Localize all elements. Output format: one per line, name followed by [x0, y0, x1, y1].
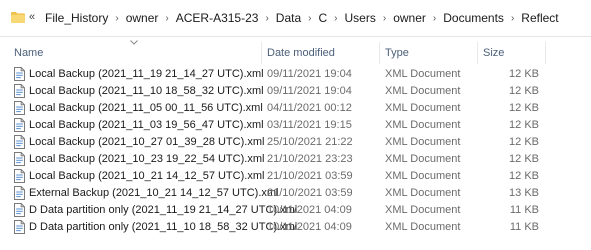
file-type: XML Document	[385, 119, 461, 131]
breadcrumb: File_History › owner › ACER-A315-23 › Data › C › U…	[39, 10, 565, 26]
file-size: 11 KB	[509, 221, 539, 233]
file-row[interactable]: Local Backup (2021_11_03 19_56_47 UTC).x…	[0, 117, 591, 134]
xml-file-icon	[14, 101, 25, 115]
file-date-modified: 21/10/2021 03:59	[267, 187, 353, 199]
xml-file-icon	[14, 220, 25, 234]
breadcrumb-item[interactable]: Users	[339, 11, 382, 25]
column-divider[interactable]	[477, 42, 478, 64]
file-date-modified: 03/11/2021 19:15	[267, 119, 352, 131]
file-type: XML Document	[385, 85, 461, 97]
xml-file-icon	[14, 203, 25, 217]
file-size: 12 KB	[509, 136, 539, 148]
xml-file-icon	[14, 67, 25, 81]
xml-file-icon	[14, 152, 25, 166]
column-divider[interactable]	[261, 42, 262, 64]
breadcrumb-item[interactable]: owner	[387, 11, 432, 25]
file-name: Local Backup (2021_10_27 01_39_28 UTC).x…	[29, 136, 265, 148]
breadcrumb-item[interactable]: Reflect	[515, 11, 564, 25]
breadcrumb-item[interactable]: File_History	[39, 11, 114, 25]
file-row[interactable]: D Data partition only (2021_11_19 21_14_…	[0, 202, 591, 219]
file-name: D Data partition only (2021_11_19 21_14_…	[29, 204, 298, 216]
column-header-bar: Name Date modified Type Size	[0, 36, 591, 66]
xml-file-icon	[14, 118, 25, 132]
breadcrumb-item[interactable]: owner	[120, 11, 165, 25]
file-date-modified: 21/10/2021 23:23	[267, 153, 353, 165]
file-row[interactable]: External Backup (2021_10_21 14_12_57 UTC…	[0, 185, 591, 202]
file-name: Local Backup (2021_11_03 19_56_47 UTC).x…	[29, 119, 264, 131]
breadcrumb-item[interactable]: Documents	[437, 11, 510, 25]
file-size: 12 KB	[509, 102, 539, 114]
file-size: 12 KB	[509, 85, 539, 97]
breadcrumb-item[interactable]: ACER-A315-23	[170, 11, 265, 25]
file-row[interactable]: Local Backup (2021_10_27 01_39_28 UTC).x…	[0, 134, 591, 151]
file-row[interactable]: Local Backup (2021_10_23 19_22_54 UTC).x…	[0, 151, 591, 168]
file-date-modified: 10/11/2021 04:09	[267, 221, 352, 233]
breadcrumb-item[interactable]: C	[313, 11, 334, 25]
xml-file-icon	[14, 135, 25, 149]
file-date-modified: 10/11/2021 04:09	[267, 204, 352, 216]
column-header-type[interactable]: Type	[385, 47, 409, 59]
file-date-modified: 04/11/2021 00:12	[267, 102, 352, 114]
xml-file-icon	[14, 84, 25, 98]
sort-chevron-icon[interactable]	[130, 40, 138, 45]
file-name: Local Backup (2021_11_10 18_58_32 UTC).x…	[29, 85, 264, 97]
file-date-modified: 21/10/2021 03:59	[267, 170, 353, 182]
file-type: XML Document	[385, 102, 461, 114]
file-row[interactable]: Local Backup (2021_10_21 14_12_57 UTC).x…	[0, 168, 591, 185]
file-name: D Data partition only (2021_11_10 18_58_…	[29, 221, 298, 233]
column-header-size[interactable]: Size	[483, 47, 504, 59]
file-row[interactable]: D Data partition only (2021_11_10 18_58_…	[0, 219, 591, 236]
file-size: 12 KB	[509, 153, 539, 165]
xml-file-icon	[14, 186, 25, 200]
file-type: XML Document	[385, 153, 461, 165]
file-size: 12 KB	[509, 68, 539, 80]
file-type: XML Document	[385, 136, 461, 148]
folder-icon	[11, 12, 25, 23]
file-name: Local Backup (2021_11_05 00_11_56 UTC).x…	[29, 102, 263, 114]
file-date-modified: 09/11/2021 19:04	[267, 68, 352, 80]
address-bar[interactable]: « File_History › owner › ACER-A315-23 › Data › C…	[0, 0, 591, 37]
file-row[interactable]: Local Backup (2021_11_19 21_14_27 UTC).x…	[0, 66, 591, 83]
column-divider[interactable]	[379, 42, 380, 64]
file-name: Local Backup (2021_11_19 21_14_27 UTC).x…	[29, 68, 264, 80]
file-date-modified: 25/10/2021 21:22	[267, 136, 353, 148]
file-row[interactable]: Local Backup (2021_11_10 18_58_32 UTC).x…	[0, 83, 591, 100]
overflow-chevron-icon[interactable]: «	[29, 11, 35, 23]
xml-file-icon	[14, 169, 25, 183]
file-list: Local Backup (2021_11_19 21_14_27 UTC).x…	[0, 66, 591, 236]
file-type: XML Document	[385, 68, 461, 80]
file-name: Local Backup (2021_10_21 14_12_57 UTC).x…	[29, 170, 265, 182]
column-header-date[interactable]: Date modified	[267, 47, 335, 59]
file-type: XML Document	[385, 170, 461, 182]
file-type: XML Document	[385, 187, 461, 199]
breadcrumb-item[interactable]: Data	[270, 11, 307, 25]
file-name: Local Backup (2021_10_23 19_22_54 UTC).x…	[29, 153, 265, 165]
file-type: XML Document	[385, 221, 461, 233]
file-size: 12 KB	[509, 119, 539, 131]
file-row[interactable]: Local Backup (2021_11_05 00_11_56 UTC).x…	[0, 100, 591, 117]
file-size: 12 KB	[509, 170, 539, 182]
file-size: 11 KB	[509, 204, 539, 216]
file-date-modified: 09/11/2021 19:04	[267, 85, 352, 97]
file-type: XML Document	[385, 204, 461, 216]
column-divider[interactable]	[545, 42, 546, 64]
file-name: External Backup (2021_10_21 14_12_57 UTC…	[29, 187, 279, 199]
column-header-name[interactable]: Name	[14, 47, 43, 59]
file-size: 13 KB	[509, 187, 539, 199]
